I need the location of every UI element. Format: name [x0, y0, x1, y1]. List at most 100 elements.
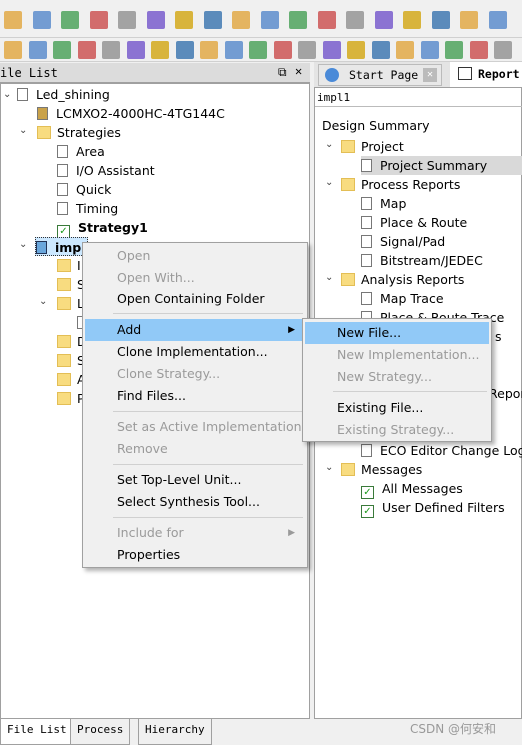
tree-all-messages[interactable]: ✓ All Messages: [361, 479, 463, 499]
menu-find-files[interactable]: Find Files...: [85, 385, 305, 407]
menu-existing-file[interactable]: Existing File...: [305, 397, 489, 419]
open-folder-icon[interactable]: [32, 11, 51, 29]
tab-process[interactable]: Process: [70, 719, 131, 745]
menu-open-with[interactable]: Open With...: [85, 267, 305, 289]
synplify-icon[interactable]: [371, 41, 390, 59]
add-submenu: New File... New Implementation... New St…: [302, 318, 492, 442]
paste-icon[interactable]: [260, 11, 279, 29]
zoom-fit-icon[interactable]: [431, 11, 450, 29]
tree-item[interactable]: P: [57, 389, 85, 408]
layout-icon[interactable]: [28, 41, 47, 59]
save-icon[interactable]: [61, 11, 79, 29]
tab-start-page[interactable]: Start Page ✕: [318, 64, 442, 86]
tree-analysis-reports[interactable]: Analysis Reports: [341, 270, 464, 289]
report-icon: [458, 67, 472, 80]
menu-existing-strategy[interactable]: Existing Strategy...: [305, 419, 489, 441]
cut-icon[interactable]: [203, 11, 222, 29]
close-icon[interactable]: ✕: [295, 64, 302, 78]
tree-bitstream[interactable]: Bitstream/JEDEC: [361, 251, 483, 270]
copy-icon[interactable]: [232, 11, 250, 29]
save-all-icon[interactable]: [89, 11, 108, 29]
tree-item-partial[interactable]: Repor: [489, 384, 522, 403]
waveform-download-icon[interactable]: [175, 41, 194, 59]
tab-hierarchy[interactable]: Hierarchy: [138, 719, 212, 745]
active-hdl-icon[interactable]: [445, 41, 463, 59]
sync-icon[interactable]: [420, 41, 439, 59]
timing-icon[interactable]: [273, 41, 292, 59]
tree-item-strategies[interactable]: Strategies: [37, 123, 121, 142]
tree-map[interactable]: Map: [361, 194, 406, 213]
tree-user-defined-filters[interactable]: ✓ User Defined Filters: [361, 498, 505, 518]
netlist-icon[interactable]: [77, 41, 96, 59]
checklist-icon[interactable]: [488, 11, 507, 29]
menu-select-synthesis-tool[interactable]: Select Synthesis Tool...: [85, 491, 305, 513]
tree-design-summary[interactable]: Design Summary: [322, 116, 430, 135]
tree-signal-pad[interactable]: Signal/Pad: [361, 232, 445, 251]
package-icon[interactable]: [224, 41, 243, 59]
floorplan-icon[interactable]: [151, 41, 169, 59]
hierarchy-icon[interactable]: [102, 41, 120, 59]
start-page-icon[interactable]: [289, 11, 307, 29]
tree-item[interactable]: S: [57, 351, 85, 370]
tree-item[interactable]: S: [57, 275, 85, 294]
find-icon[interactable]: [460, 11, 478, 29]
tab-file-list[interactable]: File List: [0, 719, 74, 745]
waveform-icon[interactable]: [200, 41, 218, 59]
close-tab-icon[interactable]: ✕: [423, 68, 437, 82]
reveal-icon[interactable]: [396, 41, 414, 59]
tree-item-device[interactable]: LCMXO2-4000HC-4TG144C: [37, 104, 225, 123]
menu-new-file[interactable]: New File...: [305, 322, 489, 344]
memory-icon[interactable]: [322, 41, 341, 59]
tree-item-area[interactable]: Area: [57, 142, 105, 161]
tree-project-summary[interactable]: Project Summary: [361, 156, 522, 175]
tree-place-route[interactable]: Place & Route: [361, 213, 467, 232]
tree-project[interactable]: Project: [341, 137, 404, 156]
redo-icon[interactable]: [175, 11, 193, 29]
report-icon[interactable]: [317, 11, 336, 29]
chip-icon[interactable]: [53, 41, 71, 59]
tree-item-io-assistant[interactable]: I/O Assistant: [57, 161, 155, 180]
tree-map-trace[interactable]: Map Trace: [361, 289, 444, 308]
tab-report[interactable]: Report: [450, 62, 522, 87]
menu-new-strategy[interactable]: New Strategy...: [305, 366, 489, 388]
menu-remove[interactable]: Remove: [85, 438, 305, 460]
menu-set-top-level-unit[interactable]: Set Top-Level Unit...: [85, 469, 305, 491]
tree-item-impl[interactable]: imp: [35, 237, 89, 256]
device-icon[interactable]: [126, 41, 145, 59]
menu-properties[interactable]: Properties: [85, 544, 305, 566]
zoom-in-icon[interactable]: [374, 11, 393, 29]
menu-open-containing-folder[interactable]: Open Containing Folder: [85, 288, 305, 310]
tree-item[interactable]: L: [57, 294, 84, 313]
menu-clone-implementation[interactable]: Clone Implementation...: [85, 341, 305, 363]
menu-include-for[interactable]: Include for ▶: [85, 522, 305, 544]
tree-messages[interactable]: Messages: [341, 460, 422, 479]
menu-set-active[interactable]: Set as Active Implementation: [85, 416, 305, 438]
zoom-out-icon[interactable]: [403, 11, 421, 29]
new-file-icon[interactable]: [4, 11, 22, 29]
power-calc-icon[interactable]: [298, 41, 316, 59]
tools-icon[interactable]: [494, 41, 512, 59]
menu-add[interactable]: Add ▶: [85, 319, 305, 341]
menu-open[interactable]: Open: [85, 245, 305, 267]
grid-icon[interactable]: [249, 41, 267, 59]
restore-icon[interactable]: ⧉: [278, 65, 287, 80]
tree-item-project[interactable]: Led_shining: [17, 85, 110, 104]
tree-item-timing[interactable]: Timing: [57, 199, 118, 218]
menu-clone-strategy[interactable]: Clone Strategy...: [85, 363, 305, 385]
tree-eco-editor-log[interactable]: ECO Editor Change Log: [361, 441, 522, 460]
programmer-icon[interactable]: [347, 41, 365, 59]
undo-icon[interactable]: [146, 11, 165, 29]
tree-item[interactable]: I: [57, 256, 81, 275]
watermark: CSDN @何安和: [410, 722, 497, 736]
print-icon[interactable]: [118, 11, 136, 29]
tree-item-quick[interactable]: Quick: [57, 180, 111, 199]
tree-process-reports[interactable]: Process Reports: [341, 175, 460, 194]
spreadsheet-icon[interactable]: [346, 11, 364, 29]
edit-icon[interactable]: [4, 41, 22, 59]
settings-icon[interactable]: [469, 41, 488, 59]
submenu-arrow-icon: ▶: [288, 528, 295, 538]
tree-item-partial[interactable]: s: [495, 327, 502, 346]
menu-new-implementation[interactable]: New Implementation...: [305, 344, 489, 366]
tree-item-strategy1[interactable]: ✓ Strategy1: [57, 218, 148, 238]
impl-label: impl1: [315, 88, 522, 107]
